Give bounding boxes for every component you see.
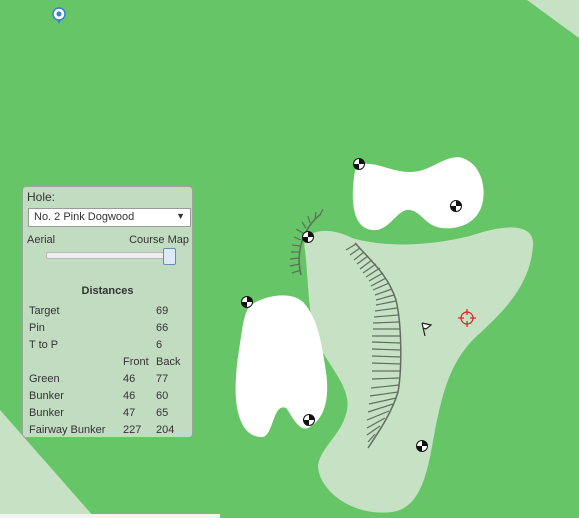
mode-course-map-label: Course Map — [129, 234, 189, 246]
table-row: Bunker 47 65 — [29, 407, 189, 421]
distance-panel: Hole: No. 2 Pink Dogwood ▼ Aerial Course… — [22, 186, 193, 438]
back-header: Back — [156, 356, 181, 368]
row-back: 65 — [156, 407, 169, 419]
distance-marker-icon[interactable] — [302, 231, 314, 243]
row-front: 227 — [123, 424, 142, 436]
hole-select-value: No. 2 Pink Dogwood — [34, 211, 135, 223]
pin-value: 66 — [156, 322, 169, 334]
distance-marker-icon[interactable] — [241, 296, 253, 308]
target-label: Target — [29, 305, 60, 317]
pin-label: Pin — [29, 322, 45, 334]
table-row: Fairway Bunker 227 204 — [29, 424, 189, 438]
distances-title: Distances — [81, 285, 134, 297]
distance-marker-icon[interactable] — [416, 440, 428, 452]
row-label: Fairway Bunker — [29, 424, 106, 436]
distance-marker-icon[interactable] — [450, 200, 462, 212]
row-back: 204 — [156, 424, 175, 436]
t-to-p-value: 6 — [156, 339, 163, 351]
front-header: Front — [123, 356, 149, 368]
target-row: Target 69 — [29, 305, 189, 319]
row-label: Bunker — [29, 407, 64, 419]
distance-marker-icon[interactable] — [303, 414, 315, 426]
hole-label: Hole: — [27, 190, 56, 204]
t-to-p-label: T to P — [29, 339, 59, 351]
t-to-p-row: T to P 6 — [29, 339, 189, 353]
pin-row: Pin 66 — [29, 322, 189, 336]
table-row: Green 46 77 — [29, 373, 189, 387]
row-label: Green — [29, 373, 60, 385]
row-back: 77 — [156, 373, 169, 385]
row-front: 47 — [123, 407, 136, 419]
row-front: 46 — [123, 390, 136, 402]
target-value: 69 — [156, 305, 169, 317]
view-slider-thumb[interactable] — [163, 248, 176, 265]
front-back-header: Front Back — [29, 356, 189, 370]
bottom-strip — [0, 514, 220, 518]
row-label: Bunker — [29, 390, 64, 402]
distance-marker-icon[interactable] — [353, 158, 365, 170]
chevron-down-icon: ▼ — [176, 211, 185, 221]
mode-aerial-label: Aerial — [27, 234, 56, 246]
view-slider-track[interactable] — [46, 252, 176, 259]
row-back: 60 — [156, 390, 169, 402]
hole-select[interactable]: No. 2 Pink Dogwood ▼ — [28, 208, 191, 227]
row-front: 46 — [123, 373, 136, 385]
table-row: Bunker 46 60 — [29, 390, 189, 404]
